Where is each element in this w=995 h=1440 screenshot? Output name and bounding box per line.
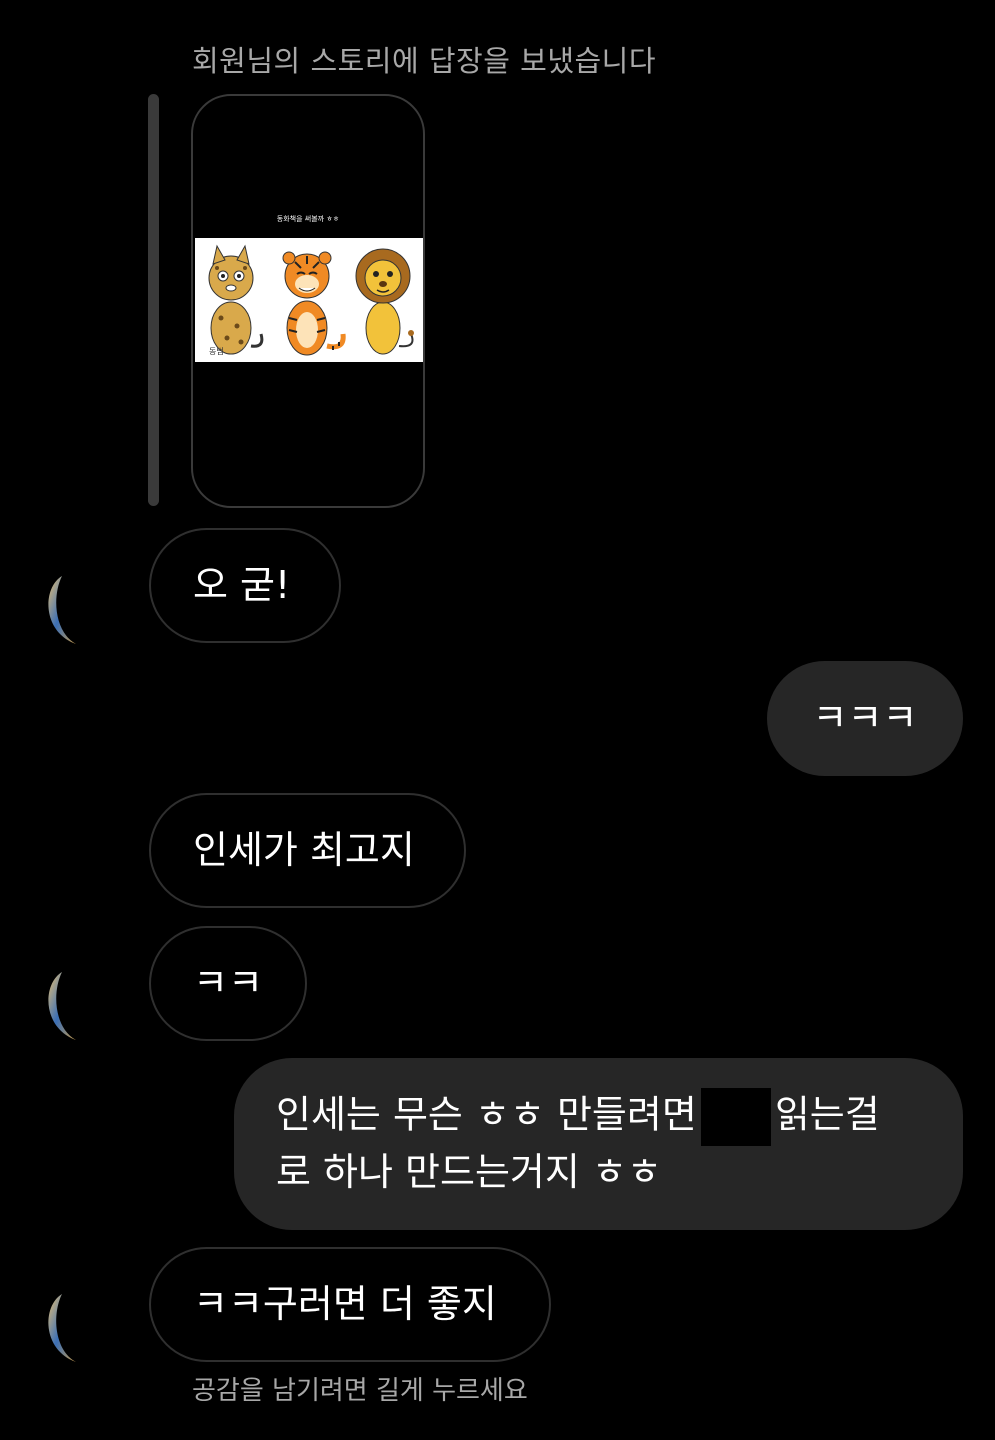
story-caption: 동화책을 써볼까 ㅎㅎ (276, 215, 340, 223)
footer-hint: 공감을 남기려면 길게 누르세요 (192, 1376, 528, 1406)
contact-avatar-moon-icon[interactable] (40, 970, 96, 1042)
contact-avatar-moon-icon[interactable] (40, 574, 96, 646)
message-bubble-incoming[interactable]: ㅋㅋ (149, 926, 307, 1041)
message-bubble-outgoing[interactable]: ㅋㅋㅋ (767, 661, 963, 776)
message-bubble-outgoing[interactable]: 인세는 무슨 ㅎㅎ 만들려면 읽는걸 로 하나 만드는거지 ㅎㅎ (234, 1058, 963, 1230)
tiger-drawing (282, 251, 346, 356)
message-bubble-incoming[interactable]: ㅋㅋ구러면 더 좋지 (149, 1247, 551, 1362)
message-text: 인세가 최고지 (193, 827, 415, 872)
story-signature: 동범 (209, 346, 224, 356)
reply-quote-bar (148, 94, 159, 506)
message-text: ㅋㅋ구러면 더 좋지 (193, 1281, 497, 1326)
story-preview[interactable]: 동화책을 써볼까 ㅎㅎ 동범 (191, 94, 425, 508)
message-text: ㅋㅋㅋ (812, 695, 918, 740)
message-text: 오 굳! (193, 562, 291, 607)
leopard-cat-drawing (208, 244, 264, 355)
message-text: 인세는 무슨 ㅎㅎ 만들려면 읽는걸 로 하나 만드는거지 ㅎㅎ (276, 1088, 880, 1199)
reply-header: 회원님의 스토리에 답장을 보냈습니다 (192, 44, 657, 78)
redacted-block (700, 1088, 771, 1147)
message-bubble-incoming[interactable]: 인세가 최고지 (149, 793, 466, 908)
contact-avatar-moon-icon[interactable] (40, 1292, 96, 1364)
message-bubble-incoming[interactable]: 오 굳! (149, 528, 341, 643)
message-text: ㅋㅋ (193, 960, 263, 1005)
story-illustration: 동범 (195, 238, 423, 362)
lion-drawing (355, 248, 414, 355)
